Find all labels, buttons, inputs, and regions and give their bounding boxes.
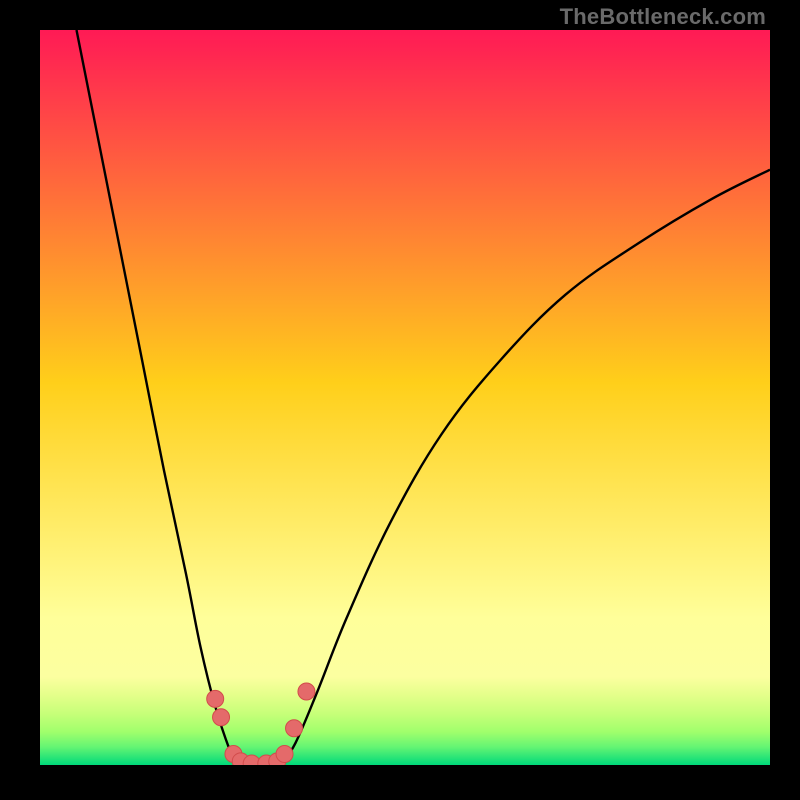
curve-right-branch: [281, 170, 770, 765]
curve-left-branch: [77, 30, 238, 765]
data-marker: [298, 683, 315, 700]
marker-group: [207, 683, 315, 765]
curve-layer: [40, 30, 770, 765]
data-marker: [286, 720, 303, 737]
data-marker: [207, 690, 224, 707]
plot-area: [40, 30, 770, 765]
series-group: [77, 30, 771, 765]
chart-frame: TheBottleneck.com: [0, 0, 800, 800]
data-marker: [276, 745, 293, 762]
watermark-text: TheBottleneck.com: [560, 4, 766, 30]
data-marker: [213, 709, 230, 726]
